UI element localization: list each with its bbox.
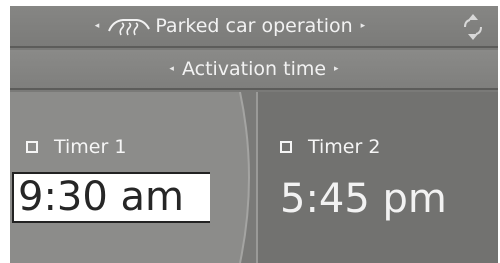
timer-2-panel[interactable]: Timer 2 5:45 pm	[256, 92, 498, 263]
timer-1-label: Timer 1	[54, 136, 127, 158]
header-title: Parked car operation	[155, 15, 353, 37]
timer-2-time[interactable]: 5:45 pm	[280, 176, 447, 222]
activation-time-selector[interactable]: ◂ Activation time ▸	[10, 50, 498, 90]
timer-1-label-row[interactable]: Timer 1	[26, 136, 126, 158]
rotary-controller-icon	[464, 14, 482, 40]
timer-2-label-row[interactable]: Timer 2	[280, 136, 380, 158]
timer-2-label: Timer 2	[308, 136, 381, 158]
header-bar: ◂ Parked car operation ▸	[10, 6, 498, 48]
timer-1-time-field[interactable]: 9:30 am	[12, 172, 242, 223]
timer-2-checkbox[interactable]	[280, 141, 292, 153]
display-screen: ◂ Parked car operation ▸ ◂ Activation ti…	[10, 6, 498, 263]
prev-arrow-icon[interactable]: ◂	[169, 64, 174, 74]
parked-car-climate-icon	[108, 19, 151, 36]
timer-1-checkbox[interactable]	[26, 141, 38, 153]
next-arrow-icon[interactable]: ▸	[334, 64, 339, 74]
subheader-title: Activation time	[181, 58, 327, 80]
menu-title-selector[interactable]: ◂ Parked car operation ▸	[10, 6, 450, 46]
timer-1-panel[interactable]: Timer 1 9:30 am	[10, 92, 242, 263]
prev-arrow-icon[interactable]: ◂	[95, 21, 100, 31]
next-arrow-icon[interactable]: ▸	[361, 21, 366, 31]
